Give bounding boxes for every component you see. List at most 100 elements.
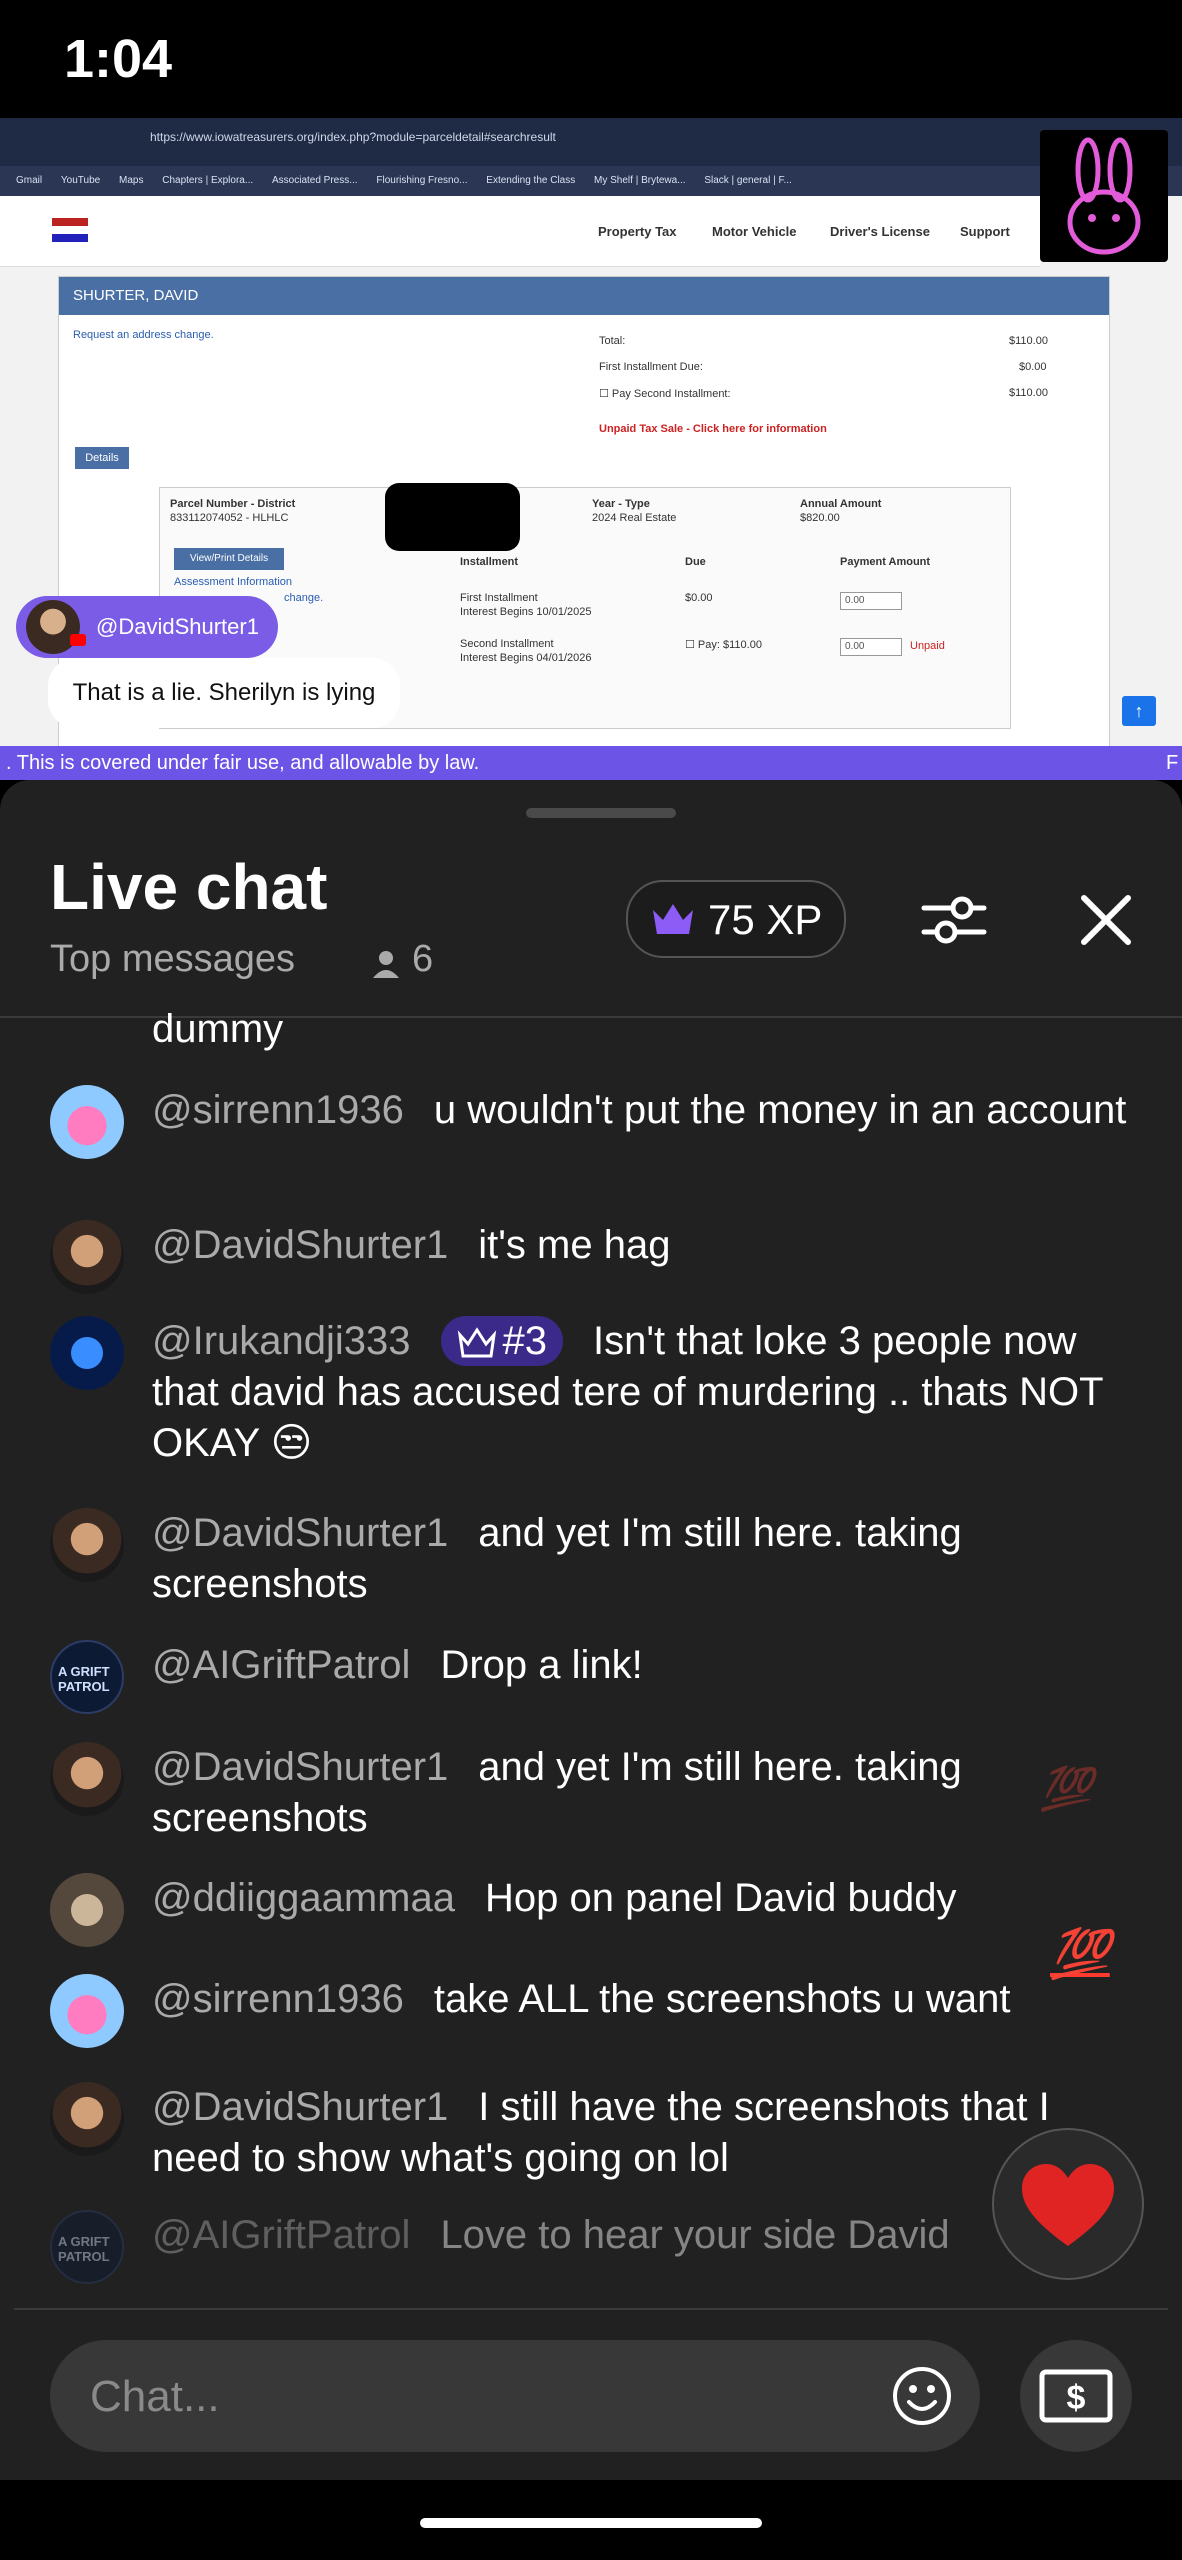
details-button: Details bbox=[75, 447, 129, 469]
message-author[interactable]: @Irukandji333 bbox=[152, 1319, 411, 1363]
redaction-block bbox=[385, 483, 520, 551]
avatar[interactable] bbox=[50, 1873, 124, 1947]
annual-header: Annual Amount bbox=[800, 498, 882, 510]
avatar[interactable]: A GRIFT PATROL bbox=[50, 1640, 124, 1714]
message-text: it's me hag bbox=[478, 1223, 671, 1267]
nav-property-tax: Property Tax bbox=[598, 224, 677, 239]
crown-icon bbox=[457, 1327, 496, 1358]
due-header: Due bbox=[685, 556, 706, 568]
svg-text:$: $ bbox=[1067, 2379, 1086, 2417]
ticker-text-right: F bbox=[1166, 752, 1179, 774]
message-body: @DavidShurter1 it's me hag bbox=[152, 1220, 1142, 1271]
avatar[interactable] bbox=[50, 1508, 124, 1582]
year-type-header: Year - Type bbox=[592, 498, 650, 510]
browser-url: https://www.iowatreasurers.org/index.php… bbox=[150, 130, 556, 144]
message-text: Love to hear your side David bbox=[440, 2213, 950, 2257]
emoji-icon[interactable] bbox=[890, 2364, 954, 2428]
message-author[interactable]: @DavidShurter1 bbox=[152, 1223, 448, 1267]
avatar[interactable] bbox=[50, 1085, 124, 1159]
owner-name: SHURTER, DAVID bbox=[59, 277, 1109, 315]
pay-second-value: $110.00 bbox=[1009, 387, 1048, 399]
badge-rank: #3 bbox=[502, 1319, 548, 1363]
message-text: u wouldn't put the money in an account bbox=[433, 1088, 1127, 1132]
status-time: 1:04 bbox=[64, 29, 173, 89]
bookmark: Gmail bbox=[16, 175, 43, 186]
message-author[interactable]: @sirrenn1936 bbox=[152, 1977, 404, 2021]
status-bar: 1:04 bbox=[0, 0, 1182, 120]
overlay-author-pill: @DavidShurter1 bbox=[16, 596, 278, 658]
message-author[interactable]: @DavidShurter1 bbox=[152, 1511, 448, 1555]
first-due-value: $0.00 bbox=[1019, 361, 1047, 373]
bookmark: Flourishing Fresno... bbox=[376, 175, 468, 186]
viewer-count: 6 bbox=[412, 938, 434, 980]
ticker-banner: . This is covered under fair use, and al… bbox=[0, 746, 1182, 780]
nav-drivers-license: Driver's License bbox=[830, 224, 930, 239]
avatar-label: A GRIFT PATROL bbox=[58, 2234, 110, 2264]
avatar[interactable] bbox=[50, 1974, 124, 2048]
message-author[interactable]: @AIGriftPatrol bbox=[152, 1643, 410, 1687]
second-interest: Interest Begins 04/01/2026 bbox=[460, 652, 592, 664]
chat-title: Live chat bbox=[50, 851, 328, 923]
first-interest: Interest Begins 10/01/2025 bbox=[460, 606, 592, 618]
nav-motor-vehicle: Motor Vehicle bbox=[712, 224, 797, 239]
streamer-logo bbox=[1040, 130, 1168, 262]
overlay-author: @DavidShurter1 bbox=[96, 614, 259, 639]
message-author[interactable]: @AIGriftPatrol bbox=[152, 2213, 410, 2257]
message-author[interactable]: @DavidShurter1 bbox=[152, 1745, 448, 1789]
installment-header: Installment bbox=[460, 556, 519, 568]
viewers-icon bbox=[373, 951, 399, 978]
message-author[interactable]: @ddiiggaammaa bbox=[152, 1876, 455, 1920]
bookmark: My Shelf | Brytewa... bbox=[594, 175, 686, 186]
avatar[interactable] bbox=[50, 1742, 124, 1816]
message-text: Hop on panel David buddy bbox=[485, 1876, 957, 1920]
site-logo bbox=[52, 218, 88, 242]
second-payment-field: 0.00 bbox=[840, 638, 902, 656]
avatar[interactable]: A GRIFT PATROL bbox=[50, 2210, 124, 2284]
avatar-label: A GRIFT PATROL bbox=[58, 1664, 110, 1694]
dollar-bill-icon: $ bbox=[1039, 2369, 1113, 2423]
super-chat-button[interactable]: $ bbox=[1020, 2340, 1132, 2452]
message-body: @DavidShurter1 and yet I'm still here. ta… bbox=[152, 1742, 1142, 1844]
message-body: @AIGriftPatrol Love to hear your side Dav… bbox=[152, 2210, 1012, 2261]
message-text: take ALL the screenshots u want bbox=[433, 1977, 1011, 2021]
video-player[interactable]: https://www.iowatreasurers.org/index.php… bbox=[0, 118, 1182, 780]
total-value: $110.00 bbox=[1009, 335, 1048, 347]
message-text: dummy bbox=[152, 1007, 284, 1051]
message-body: @sirrenn1936 u wouldn't put the money in … bbox=[152, 1085, 1142, 1136]
chat-mode-selector[interactable]: Top messages bbox=[50, 938, 295, 981]
heart-reaction-button[interactable] bbox=[992, 2128, 1144, 2280]
view-print-button: View/Print Details bbox=[174, 548, 284, 570]
bookmark: Extending the Class bbox=[486, 175, 576, 186]
divider bbox=[14, 2308, 1168, 2310]
message-body: @ddiiggaammaa Hop on panel David buddy bbox=[152, 1873, 1142, 1924]
reaction-100-icon: 💯 bbox=[1040, 1765, 1093, 1812]
close-icon[interactable] bbox=[1076, 884, 1136, 956]
chat-input[interactable] bbox=[88, 2370, 872, 2424]
avatar[interactable] bbox=[50, 2082, 124, 2156]
message-author[interactable]: @DavidShurter1 bbox=[152, 2085, 448, 2129]
sheet-drag-handle[interactable] bbox=[526, 808, 676, 818]
bookmark: Slack | general | F... bbox=[704, 175, 792, 186]
second-pay-label: ☐ Pay: $110.00 bbox=[685, 639, 762, 651]
total-label: Total: bbox=[599, 335, 626, 347]
home-indicator bbox=[420, 2518, 762, 2528]
ticker-text: . This is covered under fair use, and al… bbox=[6, 752, 480, 774]
filter-settings-icon[interactable] bbox=[918, 884, 990, 956]
payment-header: Payment Amount bbox=[840, 556, 931, 568]
chat-composer bbox=[50, 2340, 980, 2452]
site-nav: Property Tax Motor Vehicle Driver's Lice… bbox=[0, 196, 1040, 267]
change-link: change. bbox=[284, 592, 324, 604]
message-body: @DavidShurter1 and yet I'm still here. ta… bbox=[152, 1508, 1142, 1610]
xp-button[interactable]: 75 XP bbox=[626, 880, 846, 958]
member-rank-badge: #3 bbox=[440, 1316, 564, 1366]
unpaid-notice: Unpaid Tax Sale - Click here for informa… bbox=[599, 423, 827, 435]
avatar[interactable] bbox=[50, 1220, 124, 1294]
message-body: @Irukandji333 #3 Isn't that loke 3 people … bbox=[152, 1316, 1142, 1469]
avatar[interactable] bbox=[50, 1316, 124, 1390]
first-installment: First Installment bbox=[460, 592, 538, 604]
annual-value: $820.00 bbox=[800, 512, 840, 524]
message-author[interactable]: @sirrenn1936 bbox=[152, 1088, 404, 1132]
first-payment-field: 0.00 bbox=[840, 592, 902, 610]
nav-support: Support bbox=[960, 224, 1010, 239]
parcel-header: Parcel Number - District bbox=[170, 498, 296, 510]
